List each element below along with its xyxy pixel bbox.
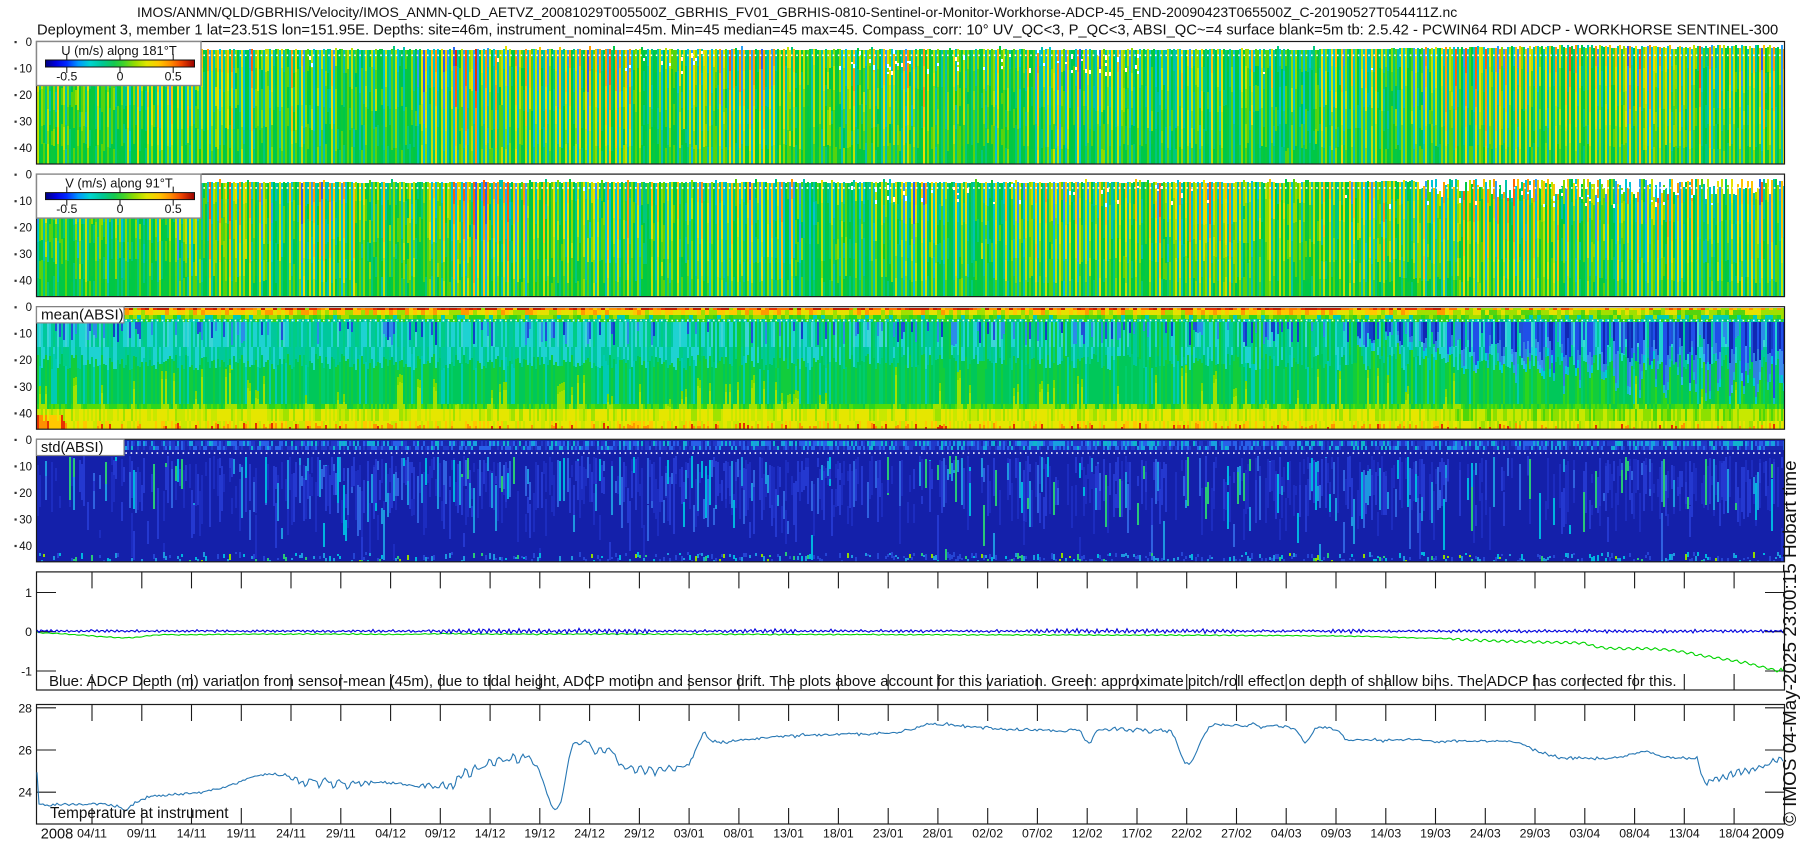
svg-text:28: 28 [18,701,32,715]
svg-text:04/12: 04/12 [375,827,406,841]
svg-text:-0.5: -0.5 [56,70,77,84]
svg-text:08/01: 08/01 [724,827,755,841]
svg-text:27/02: 27/02 [1221,827,1252,841]
svg-text:-1: -1 [21,665,32,679]
svg-text:20: 20 [19,355,32,367]
svg-text:19/03: 19/03 [1420,827,1451,841]
svg-text:30: 30 [19,382,32,394]
svg-text:0.5: 0.5 [165,202,182,216]
svg-text:20: 20 [19,90,32,102]
svg-text:12/02: 12/02 [1072,827,1103,841]
svg-text:10: 10 [19,64,32,76]
svg-text:09/03: 09/03 [1321,827,1352,841]
svg-text:18/04: 18/04 [1719,827,1750,841]
svg-text:40: 40 [19,408,32,420]
svg-text:0: 0 [25,625,32,639]
svg-text:IMOS/ANMN/QLD/GBRHIS/Velocity/: IMOS/ANMN/QLD/GBRHIS/Velocity/IMOS_ANMN-… [137,4,1457,20]
svg-text:40: 40 [19,541,32,553]
svg-text:20: 20 [19,488,32,500]
svg-text:17/02: 17/02 [1122,827,1153,841]
svg-text:18/01: 18/01 [823,827,854,841]
svg-text:29/03: 29/03 [1520,827,1551,841]
svg-text:V (m/s) along 91°T: V (m/s) along 91°T [65,176,173,191]
svg-text:1: 1 [25,586,32,600]
svg-text:0: 0 [117,70,124,84]
svg-text:29/12: 29/12 [624,827,655,841]
svg-text:© IMOS 04-May-2025 23:00:15 Ho: © IMOS 04-May-2025 23:00:15 Hobart time [1780,460,1800,826]
svg-text:14/12: 14/12 [475,827,506,841]
svg-text:02/02: 02/02 [972,827,1003,841]
svg-text:mean(ABSI): mean(ABSI) [41,307,124,324]
svg-text:09/12: 09/12 [425,827,456,841]
svg-text:03/04: 03/04 [1569,827,1600,841]
svg-text:08/04: 08/04 [1619,827,1650,841]
svg-text:24/11: 24/11 [276,827,306,841]
svg-text:0.5: 0.5 [165,70,182,84]
svg-text:07/02: 07/02 [1022,827,1053,841]
svg-text:10: 10 [19,329,32,341]
svg-text:40: 40 [19,143,32,155]
svg-text:19/11: 19/11 [226,827,256,841]
svg-text:0: 0 [26,170,32,182]
svg-text:13/04: 13/04 [1669,827,1700,841]
svg-text:04/11: 04/11 [77,827,107,841]
svg-text:09/11: 09/11 [127,827,157,841]
svg-text:30: 30 [19,514,32,526]
svg-text:-0.5: -0.5 [56,202,77,216]
svg-text:19/12: 19/12 [524,827,555,841]
svg-text:0: 0 [26,435,32,447]
svg-text:22/02: 22/02 [1171,827,1202,841]
svg-text:24: 24 [18,786,32,800]
svg-text:23/01: 23/01 [873,827,904,841]
svg-text:14/11: 14/11 [177,827,207,841]
svg-text:28/01: 28/01 [923,827,954,841]
svg-text:2008: 2008 [41,827,73,843]
svg-text:24/03: 24/03 [1470,827,1501,841]
svg-text:13/01: 13/01 [773,827,804,841]
svg-text:std(ABSI): std(ABSI) [41,440,103,456]
svg-text:Deployment 3, member 1 lat=23.: Deployment 3, member 1 lat=23.51S lon=15… [37,23,1778,39]
svg-text:26: 26 [18,744,32,758]
svg-text:14/03: 14/03 [1370,827,1401,841]
svg-text:03/01: 03/01 [674,827,705,841]
svg-text:40: 40 [19,276,32,288]
svg-text:0: 0 [117,202,124,216]
svg-text:30: 30 [19,249,32,261]
svg-text:U (m/s) along 181°T: U (m/s) along 181°T [61,43,177,58]
svg-text:10: 10 [19,196,32,208]
svg-text:20: 20 [19,223,32,235]
svg-text:0: 0 [26,302,32,314]
svg-text:04/03: 04/03 [1271,827,1302,841]
svg-text:30: 30 [19,117,32,129]
svg-text:24/12: 24/12 [574,827,605,841]
svg-text:29/11: 29/11 [326,827,356,841]
svg-text:2009: 2009 [1752,827,1784,843]
svg-text:10: 10 [19,461,32,473]
svg-text:Temperature at instrument: Temperature at instrument [50,805,229,822]
svg-text:Blue: ADCP Depth (m) variation: Blue: ADCP Depth (m) variation from sens… [49,673,1677,690]
svg-text:0: 0 [26,37,32,49]
